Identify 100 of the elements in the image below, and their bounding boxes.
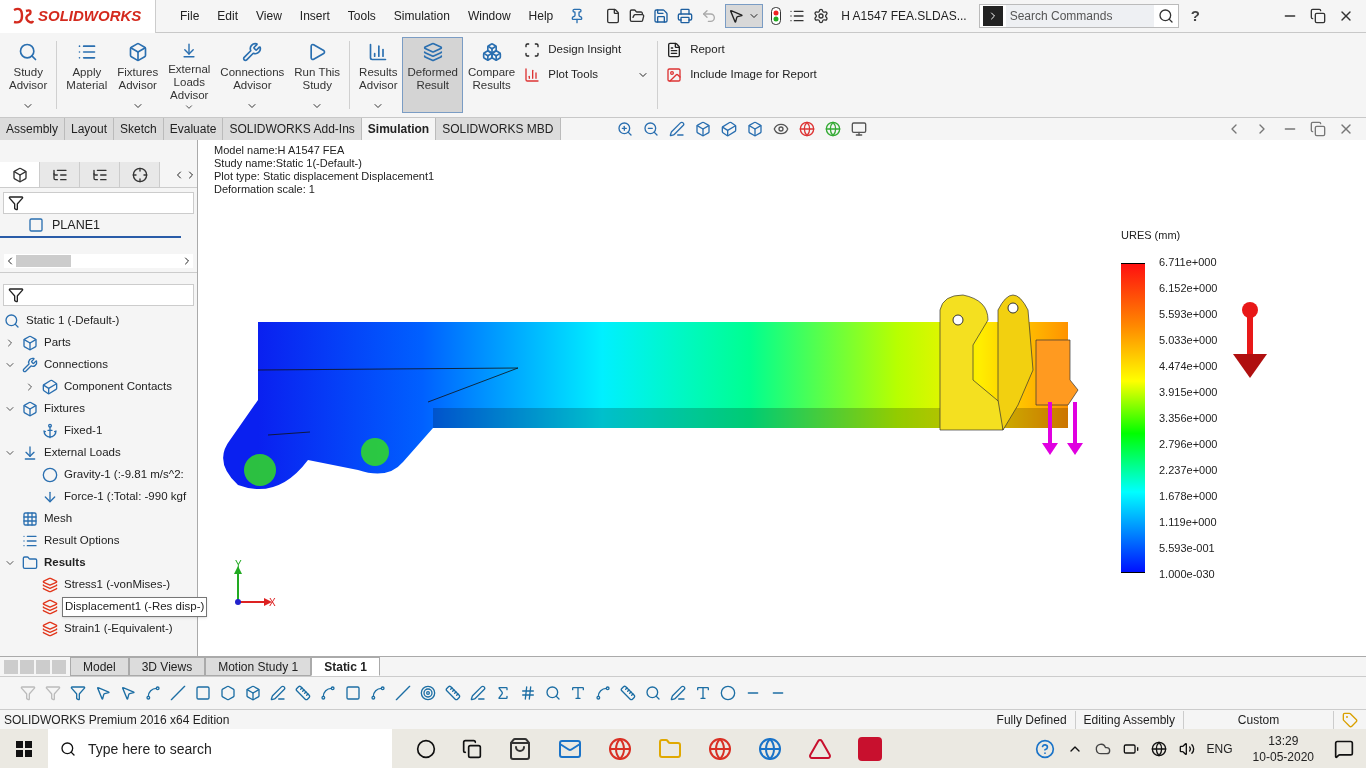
tree-item[interactable]: Displacement1 (-Res disp-) (62, 597, 208, 617)
ribbon-button[interactable]: Report (666, 41, 817, 59)
pen-icon[interactable] (670, 685, 686, 701)
ruler-icon[interactable] (445, 685, 461, 701)
tree-item[interactable]: Parts (42, 334, 73, 352)
curve-icon[interactable] (320, 685, 336, 701)
ribbon-button[interactable]: Apply Material (61, 37, 113, 113)
menu-item[interactable]: Insert (299, 7, 330, 25)
face-icon[interactable] (220, 685, 236, 701)
tree-item[interactable]: PLANE1 (52, 215, 100, 235)
menu-item[interactable]: Window (467, 7, 511, 25)
tree-item[interactable]: Mesh (42, 510, 75, 528)
curve-icon[interactable] (370, 685, 386, 701)
menu-item[interactable]: Simulation (393, 7, 450, 25)
pointer-icon[interactable] (95, 685, 111, 701)
task-view-icon[interactable] (462, 738, 482, 759)
store-bag-icon[interactable] (508, 736, 532, 761)
tree-item[interactable]: Results (42, 554, 88, 572)
tree-item[interactable]: External Loads (42, 444, 123, 462)
square-icon[interactable] (195, 685, 211, 701)
zoom-out-icon[interactable] (642, 121, 659, 137)
restore-icon[interactable] (1310, 8, 1326, 24)
hash-icon[interactable] (520, 685, 536, 701)
ribbon-button[interactable]: Plot Tools (524, 66, 622, 84)
speaker-icon[interactable] (1178, 740, 1195, 757)
menu-item[interactable]: Tools (347, 7, 376, 25)
ribbon-button[interactable]: Study Advisor (4, 37, 53, 113)
tree-item[interactable]: Gravity-1 (:-9.81 m/s^2: (62, 466, 186, 484)
clock[interactable]: 13:29 10-05-2020 (1252, 732, 1314, 765)
ribbon-button[interactable]: Run This Study (289, 37, 346, 113)
tree-item[interactable]: Strain1 (-Equivalent-) (62, 620, 175, 638)
tree-item[interactable]: Force-1 (:Total: -990 kgf (62, 488, 189, 506)
triangle-icon[interactable] (808, 736, 832, 761)
windows-logo-icon[interactable] (16, 740, 32, 757)
cube-icon[interactable] (720, 121, 737, 137)
ribbon-button[interactable]: Include Image for Report (666, 66, 817, 84)
panel-tab[interactable] (40, 162, 80, 187)
command-tab[interactable]: SOLIDWORKS Add-Ins (223, 118, 362, 140)
pointer-icon[interactable] (120, 685, 136, 701)
open-folder-icon[interactable] (629, 8, 646, 24)
curve-icon[interactable] (595, 685, 611, 701)
language-indicator[interactable]: ENG (1206, 739, 1233, 758)
study-tab[interactable]: 3D Views (128, 657, 206, 676)
letter-icon[interactable] (695, 685, 711, 701)
help-icon[interactable] (1034, 738, 1055, 759)
target-icon[interactable] (420, 685, 436, 701)
select-button[interactable] (725, 4, 764, 28)
panel-tab[interactable] (80, 162, 120, 187)
tree-item[interactable]: Fixed-1 (62, 422, 105, 440)
ruler-icon[interactable] (295, 685, 311, 701)
scrollbar[interactable] (4, 254, 193, 268)
command-tab[interactable]: Assembly (0, 118, 65, 140)
ruler-icon[interactable] (620, 685, 636, 701)
ribbon-button[interactable]: Connections Advisor (215, 37, 290, 113)
menu-item[interactable]: Edit (217, 7, 239, 25)
printer-icon[interactable] (677, 8, 694, 24)
tree-item[interactable]: Static 1 (-Default-) (24, 312, 122, 330)
command-tab[interactable]: Evaluate (163, 118, 224, 140)
eye-icon[interactable] (772, 121, 789, 137)
tree-item[interactable]: Connections (42, 356, 110, 374)
ribbon-button[interactable]: External Loads Advisor (163, 37, 216, 113)
menu-item[interactable]: File (180, 7, 200, 25)
search-icon[interactable] (1157, 8, 1174, 24)
command-tab[interactable]: Sketch (114, 118, 164, 140)
pen-icon[interactable] (668, 121, 685, 137)
sigma-icon[interactable] (495, 685, 511, 701)
study-tab[interactable]: Static 1 (311, 657, 380, 676)
app-icon[interactable] (858, 736, 882, 761)
ribbon-button[interactable]: Fixtures Advisor (112, 37, 164, 113)
search-field[interactable]: Search Commands (978, 4, 1179, 28)
ribbon-button[interactable]: Compare Results (462, 37, 521, 113)
list-icon[interactable] (789, 8, 806, 24)
panel-tab[interactable] (120, 162, 160, 187)
browser-icon[interactable] (608, 736, 632, 761)
circle-icon[interactable] (416, 738, 436, 759)
settings-icon[interactable] (813, 8, 830, 24)
command-tab[interactable]: Layout (65, 118, 115, 140)
menu-item[interactable]: Help (528, 7, 554, 25)
browser-icon[interactable] (708, 736, 732, 761)
monitor-icon[interactable] (850, 121, 867, 137)
save-icon[interactable] (653, 8, 670, 24)
filter-field[interactable] (3, 284, 194, 306)
cube-icon[interactable] (694, 121, 711, 137)
traffic-light-icon[interactable] (771, 7, 782, 25)
study-tab[interactable]: Model (70, 657, 129, 676)
filter-field[interactable] (3, 192, 194, 214)
panel-tab[interactable] (0, 162, 40, 187)
help-button[interactable]: ? (1190, 4, 1200, 28)
notification-icon[interactable] (1334, 738, 1354, 759)
cube-icon[interactable] (245, 685, 261, 701)
new-file-icon[interactable] (605, 8, 622, 24)
tree-item[interactable]: Component Contacts (62, 378, 175, 396)
browser-icon[interactable] (758, 736, 782, 761)
globe-icon[interactable] (1150, 740, 1167, 757)
ribbon-button[interactable]: Deformed Result (402, 37, 463, 113)
menu-item[interactable]: View (256, 7, 282, 25)
tree-item[interactable]: Result Options (42, 532, 122, 550)
zoom-in-icon[interactable] (616, 121, 633, 137)
square-icon[interactable] (345, 685, 361, 701)
taskbar-search-field[interactable]: Type here to search (48, 729, 392, 768)
